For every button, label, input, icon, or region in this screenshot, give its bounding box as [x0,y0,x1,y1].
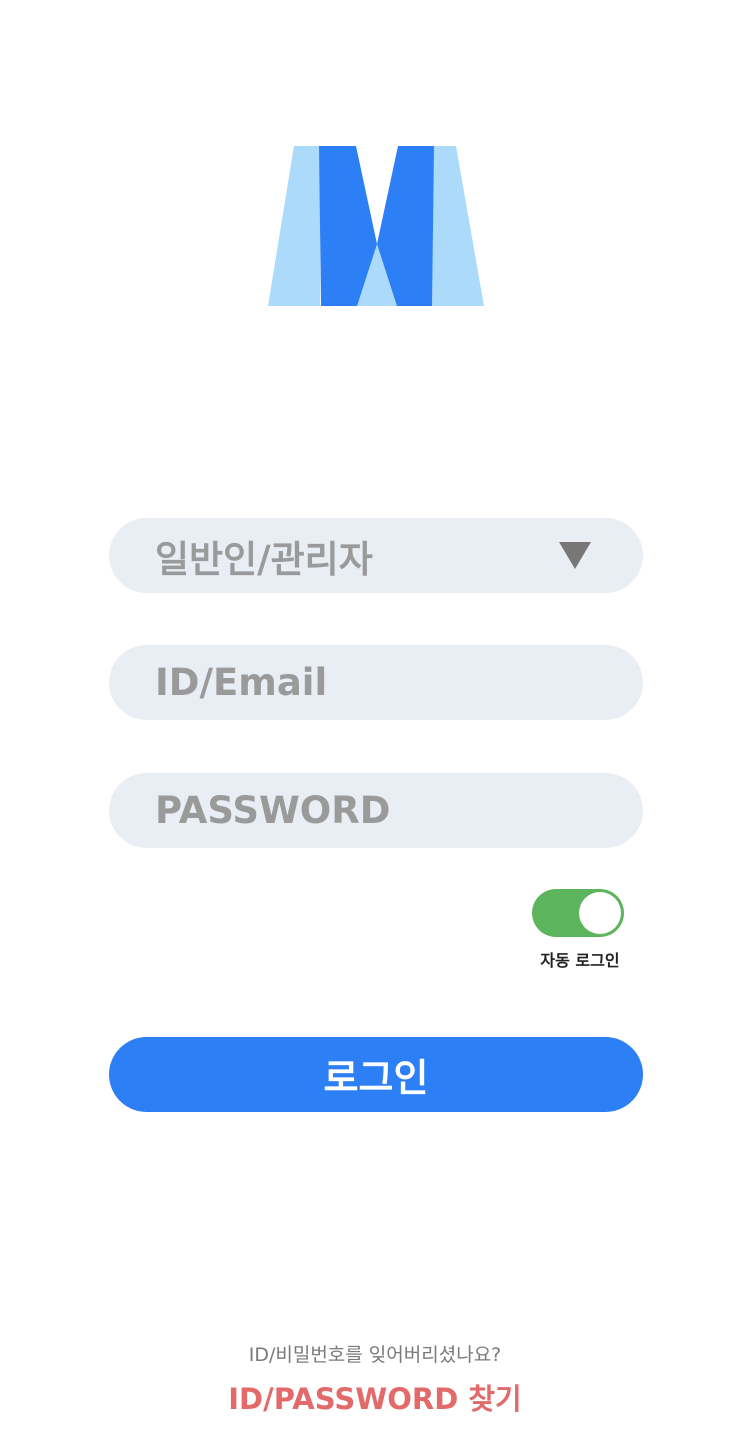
toggle-knob [579,892,621,934]
login-button[interactable]: 로그인 [109,1037,643,1112]
forgot-question-text: ID/비밀번호를 잊어버리셨나요? [248,1344,502,1366]
auto-login-toggle[interactable] [532,889,624,937]
user-type-value: 일반인/관리자 [155,537,373,581]
id-email-input[interactable]: ID/Email [109,645,643,720]
auto-login-label: 자동 로그인 [540,951,620,970]
user-type-select[interactable]: 일반인/관리자 [109,518,643,593]
password-placeholder: PASSWORD [155,789,391,832]
find-id-password-link[interactable]: ID/PASSWORD 찾기 [0,1376,750,1418]
triangle-down-icon[interactable] [559,542,591,569]
id-email-placeholder: ID/Email [155,661,328,704]
m-logo-icon [268,146,484,306]
password-input[interactable]: PASSWORD [109,773,643,848]
